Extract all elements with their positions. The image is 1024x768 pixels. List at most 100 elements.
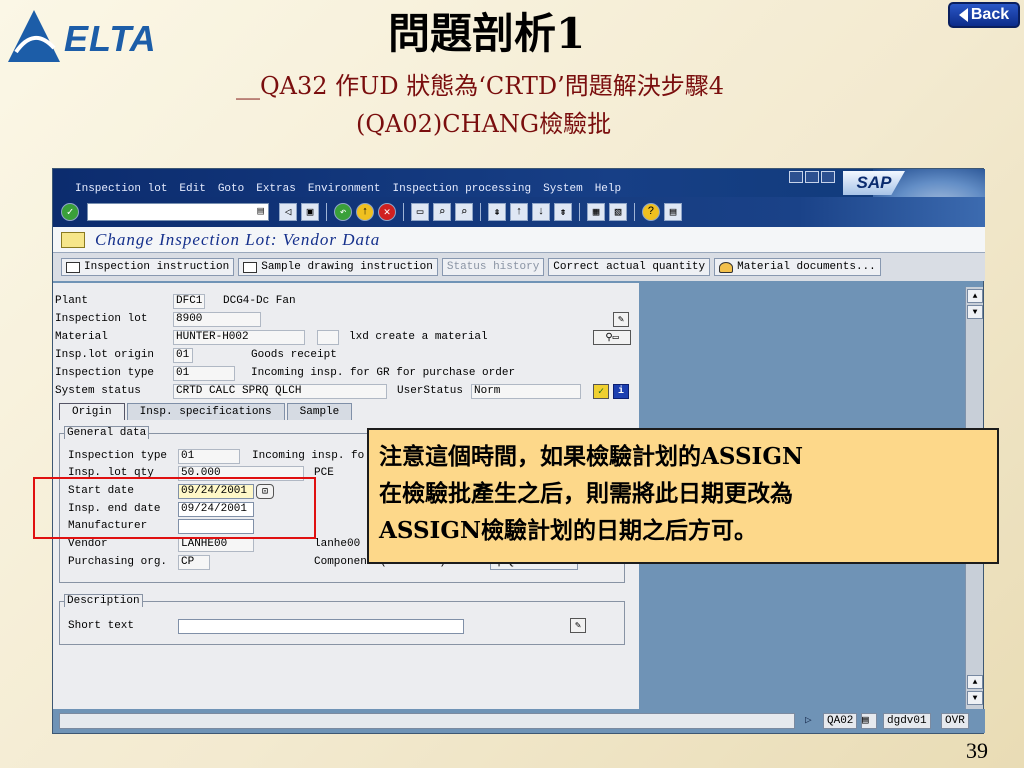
last-page-icon[interactable]: ⇟ [554, 203, 572, 221]
find-icon[interactable]: ⌕ [433, 203, 451, 221]
screen-title: Change Inspection Lot: Vendor Data [95, 229, 381, 249]
save-icon[interactable]: ▣ [301, 203, 319, 221]
menu-inspection-lot[interactable]: Inspection lot [75, 183, 167, 195]
standard-toolbar: ✓ ◁ ▣ ↶ ↑ ✕ ▭ ⌕ ⌕ ⇞ ↑ ↓ ⇟ ▦ ▧ ? ▤ [53, 197, 985, 227]
print-icon[interactable]: ▭ [411, 203, 429, 221]
printer-icon [66, 261, 80, 273]
tab-origin[interactable]: Origin [59, 403, 125, 420]
back-button-label: Back [970, 6, 1010, 23]
inspection-lot-label: Inspection lot [55, 313, 148, 325]
menu-help[interactable]: Help [595, 183, 621, 195]
layout-menu-icon[interactable]: ▤ [664, 203, 682, 221]
help-icon[interactable]: ? [642, 203, 660, 221]
tab-strip: Origin Insp. specifications Sample [59, 403, 354, 420]
user-status-label: UserStatus [397, 385, 464, 397]
insp-lot-qty-unit: PCE [314, 467, 334, 479]
user-status-field: Norm [471, 384, 581, 399]
toolbar-separator [480, 203, 481, 221]
menu-system[interactable]: System [543, 183, 583, 195]
back-nav-icon[interactable]: ◁ [279, 203, 297, 221]
menu-environment[interactable]: Environment [308, 183, 381, 195]
status-history-button[interactable]: Status history [441, 258, 545, 276]
first-page-icon[interactable]: ⇞ [488, 203, 506, 221]
status-transaction: QA02 [823, 713, 858, 729]
previous-page-icon[interactable]: ↑ [510, 203, 528, 221]
find-next-icon[interactable]: ⌕ [455, 203, 473, 221]
toolbar-separator [579, 203, 580, 221]
vendor-description: lanhe00 [314, 538, 361, 550]
inspection-instruction-button[interactable]: Inspection instruction [61, 258, 235, 276]
back-arrow-icon [958, 8, 968, 22]
edit-note-icon[interactable]: ✎ [613, 312, 629, 327]
material-label: Material [55, 331, 108, 343]
long-text-icon[interactable]: ✎ [570, 618, 586, 633]
status-bar: ▷ QA02 ▤ dgdv01 OVR [53, 709, 985, 733]
vendor-label: Vendor [68, 538, 108, 550]
inspection-type-label: Inspection type [55, 367, 155, 379]
callout-line3: ASSIGN檢驗計划的日期之后方可。 [379, 517, 757, 544]
info-icon[interactable]: i [613, 384, 629, 399]
close-icon[interactable] [821, 171, 835, 183]
material-documents-button[interactable]: Material documents... [714, 258, 881, 276]
scroll-bottom-icon[interactable]: ▼ [967, 691, 983, 705]
description-group: Description Short text ✎ [59, 594, 625, 645]
callout-line1: 注意這個時間，如果檢驗計划的ASSIGN [379, 443, 803, 470]
next-page-icon[interactable]: ↓ [532, 203, 550, 221]
display-material-icon[interactable]: ⚲▭ [593, 330, 631, 345]
application-toolbar: Inspection instruction Sample drawing in… [53, 253, 985, 281]
menu-extras[interactable]: Extras [256, 183, 296, 195]
cancel-icon[interactable]: ✕ [378, 203, 396, 221]
sample-drawing-label: Sample drawing instruction [261, 261, 433, 273]
material-documents-label: Material documents... [737, 261, 876, 273]
minimize-icon[interactable] [789, 171, 803, 183]
menu-goto[interactable]: Goto [218, 183, 244, 195]
tab-sample[interactable]: Sample [286, 403, 353, 420]
maximize-icon[interactable] [805, 171, 819, 183]
person-icon [719, 261, 734, 273]
command-field[interactable] [87, 203, 269, 221]
create-session-icon[interactable]: ▦ [587, 203, 605, 221]
inspection-lot-field: 8900 [173, 312, 261, 327]
material-extra-field [317, 330, 339, 345]
short-text-input[interactable] [178, 619, 464, 634]
status-session-icon[interactable]: ▤ [861, 713, 877, 729]
slide-subtitle-line2: (QA02)CHANG檢驗批 [356, 110, 612, 138]
purchasing-org-field: CP [178, 555, 210, 570]
exit-icon[interactable]: ↑ [356, 203, 374, 221]
gd-inspection-type-field: 01 [178, 449, 240, 464]
correct-actual-quantity-button[interactable]: Correct actual quantity [548, 258, 711, 276]
annotation-callout: 注意這個時間，如果檢驗計划的ASSIGN 在檢驗批產生之后，則需將此日期更改為 … [367, 428, 999, 564]
scroll-top-icon[interactable]: ▲ [967, 289, 983, 303]
tab-insp-specifications[interactable]: Insp. specifications [126, 403, 285, 420]
back-button[interactable]: Back [948, 2, 1020, 28]
checkmark-icon[interactable]: ✓ [593, 384, 609, 399]
start-date-highlight-box [33, 477, 316, 539]
slide-subtitle: __QA32 作UD 狀態為‘CRTD’問題解決步驟4 [236, 72, 725, 100]
insp-lot-origin-field: 01 [173, 348, 193, 363]
system-status-field: CRTD CALC SPRQ QLCH [173, 384, 387, 399]
vendor-field: LANHE00 [178, 537, 254, 552]
material-description: lxd create a material [349, 331, 488, 343]
callout-line2: 在檢驗批產生之后，則需將此日期更改為 [379, 480, 793, 507]
toolbar-separator [403, 203, 404, 221]
status-message-field [59, 713, 795, 729]
shortcut-icon[interactable]: ▧ [609, 203, 627, 221]
slide-title: 問題剖析1 [388, 9, 586, 58]
general-data-title: General data [64, 426, 150, 439]
sample-drawing-button[interactable]: Sample drawing instruction [238, 258, 438, 276]
plant-label: Plant [55, 295, 89, 307]
scroll-up-icon[interactable]: ▼ [967, 305, 983, 319]
printer-icon [243, 261, 258, 273]
enter-icon[interactable]: ✓ [61, 203, 79, 221]
material-field: HUNTER-H002 [173, 330, 305, 345]
back-icon[interactable]: ↶ [334, 203, 352, 221]
inspection-instruction-label: Inspection instruction [84, 261, 230, 273]
scroll-down-top-icon[interactable]: ▲ [967, 675, 983, 689]
plant-field: DFC1 [173, 294, 205, 309]
gd-inspection-type-label: Inspection type [68, 450, 168, 462]
status-expand-icon[interactable]: ▷ [805, 713, 812, 727]
toolbar-separator [326, 203, 327, 221]
insp-lot-origin-description: Goods receipt [251, 349, 337, 361]
menu-inspection-processing[interactable]: Inspection processing [392, 183, 531, 195]
menu-edit[interactable]: Edit [179, 183, 205, 195]
